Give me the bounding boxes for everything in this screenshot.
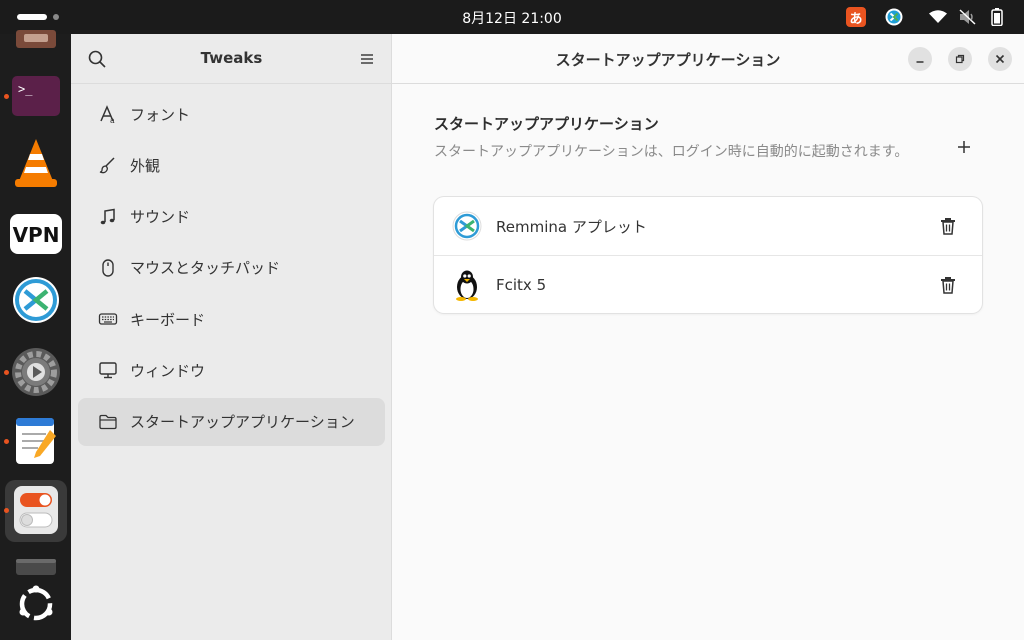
sidebar-item-appearance[interactable]: 外観: [78, 141, 385, 189]
tweaks-window: Tweaks a フォント 外観 サウンド マウスとタッチパッド キーボード ウ…: [71, 34, 1024, 640]
content-header: スタートアップアプリケーション: [392, 34, 1024, 84]
add-startup-app-button[interactable]: [954, 137, 974, 157]
sidebar-item-label: スタートアップアプリケーション: [130, 413, 355, 432]
appearance-brush-icon: [98, 155, 118, 175]
running-indicator: [4, 508, 9, 513]
minimize-button[interactable]: [908, 47, 932, 71]
remmina-tray-icon[interactable]: [884, 7, 904, 27]
close-button[interactable]: [988, 47, 1012, 71]
folder-icon: [98, 412, 118, 432]
sidebar-item-sound[interactable]: サウンド: [78, 193, 385, 241]
font-icon: a: [98, 104, 118, 124]
page-title: スタートアップアプリケーション: [555, 51, 781, 69]
trash-icon[interactable]: [938, 216, 958, 236]
sidebar-item-fonts[interactable]: a フォント: [78, 90, 385, 138]
startup-app-list: Remmina アプレット Fcitx 5: [434, 197, 982, 313]
svg-text:a: a: [110, 116, 115, 124]
tweaks-app-icon[interactable]: [0, 478, 71, 542]
plus-icon: [958, 141, 970, 153]
minimize-icon: [916, 61, 924, 63]
keyboard-icon: [98, 309, 118, 329]
sidebar-item-windows[interactable]: ウィンドウ: [78, 346, 385, 394]
list-item[interactable]: Remmina アプレット: [434, 197, 982, 255]
volume-muted-icon[interactable]: [957, 7, 979, 27]
running-indicator: [4, 439, 9, 444]
sidebar-item-label: ウィンドウ: [130, 361, 206, 380]
tux-penguin-icon: [452, 270, 482, 301]
section-description: スタートアップアプリケーションは、ログイン時に自動的に起動されます。: [434, 144, 909, 160]
maximize-button[interactable]: [948, 47, 972, 71]
running-indicator: [4, 94, 9, 99]
sidebar-header: Tweaks: [71, 34, 392, 84]
terminal-app-icon[interactable]: >_: [0, 64, 71, 128]
dock: >_ VPN: [0, 30, 71, 640]
sidebar-item-label: マウスとタッチパッド: [130, 259, 281, 278]
sidebar-item-label: フォント: [130, 105, 191, 124]
sidebar-item-label: 外観: [130, 156, 161, 175]
restore-icon: [955, 54, 965, 64]
sidebar-item-label: サウンド: [130, 208, 191, 227]
remmina-icon: [452, 211, 482, 241]
files-app-icon[interactable]: [0, 26, 71, 56]
sidebar-item-startup-applications[interactable]: スタートアップアプリケーション: [78, 397, 385, 446]
close-icon: [995, 54, 1005, 64]
app-name: Fcitx 5: [496, 275, 547, 294]
content-pane: スタートアップアプリケーション スタートアップアプリケーション スタートアップア…: [392, 34, 1024, 640]
text-editor-app-icon[interactable]: [0, 409, 71, 473]
sidebar-nav: a フォント 外観 サウンド マウスとタッチパッド キーボード ウィンドウ スタ…: [78, 90, 385, 449]
section-title: スタートアップアプリケーション: [434, 115, 659, 133]
battery-icon[interactable]: [988, 7, 1006, 27]
sidebar-item-keyboard[interactable]: キーボード: [78, 295, 385, 343]
svg-text:>_: >_: [18, 82, 33, 96]
input-method-indicator[interactable]: あ: [846, 7, 866, 27]
sidebar: Tweaks a フォント 外観 サウンド マウスとタッチパッド キーボード ウ…: [71, 34, 392, 640]
remmina-app-icon[interactable]: [0, 268, 71, 332]
vpn-app-icon[interactable]: VPN: [0, 202, 71, 266]
wifi-icon[interactable]: [927, 7, 949, 27]
settings-app-icon[interactable]: [0, 340, 71, 404]
sidebar-item-label: キーボード: [130, 310, 206, 329]
clock[interactable]: 8月12日 21:00: [0, 8, 1024, 28]
vlc-app-icon[interactable]: [0, 131, 71, 195]
running-indicator: [4, 370, 9, 375]
hamburger-menu-icon[interactable]: [357, 49, 377, 69]
show-apps-icon[interactable]: [0, 572, 71, 636]
list-item[interactable]: Fcitx 5: [434, 255, 982, 313]
top-bar: 8月12日 21:00 あ: [0, 0, 1024, 34]
trash-icon[interactable]: [938, 275, 958, 295]
mouse-icon: [98, 258, 118, 278]
sidebar-title: Tweaks: [200, 49, 263, 67]
music-note-icon: [98, 207, 118, 227]
sidebar-item-mouse-touchpad[interactable]: マウスとタッチパッド: [78, 244, 385, 292]
app-name: Remmina アプレット: [496, 217, 647, 236]
svg-text:VPN: VPN: [12, 223, 59, 247]
monitor-icon: [98, 360, 118, 380]
